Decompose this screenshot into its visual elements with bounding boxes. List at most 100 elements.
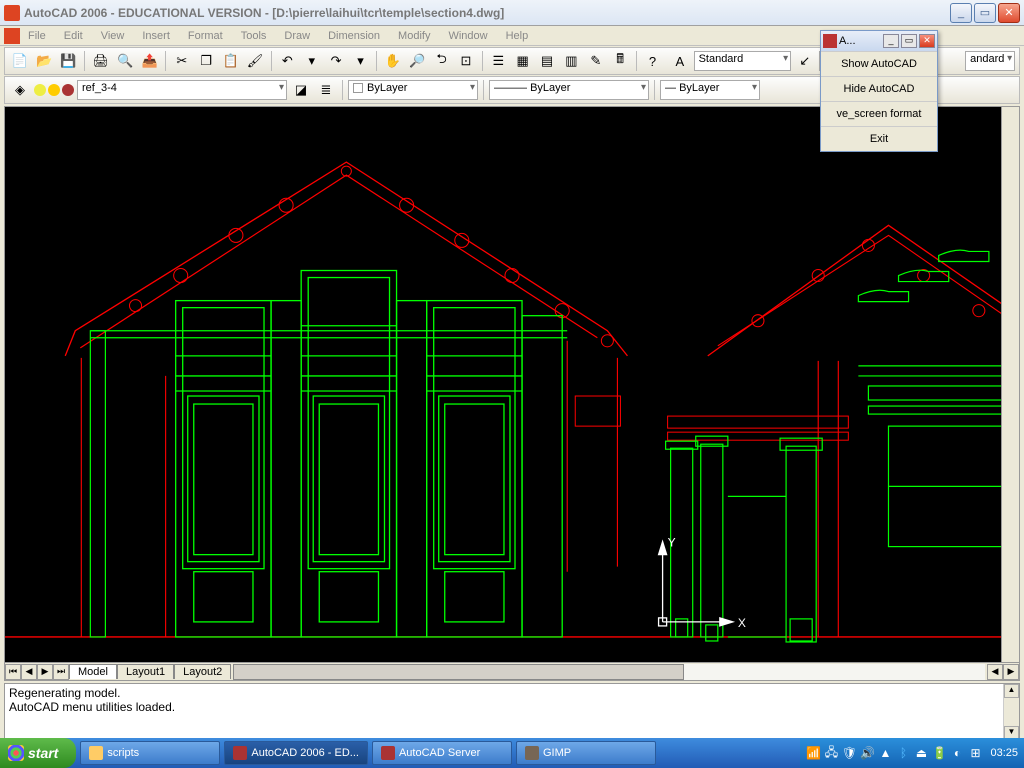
float-close-button[interactable]: ✕ (919, 34, 935, 48)
cut-icon[interactable]: ✂ (171, 50, 192, 72)
task-scripts[interactable]: scripts (80, 741, 220, 765)
tab-layout2[interactable]: Layout2 (174, 664, 231, 679)
menu-dimension[interactable]: Dimension (328, 30, 380, 42)
separator (84, 51, 85, 71)
layer-dropdown[interactable]: ref_3-4 (77, 80, 287, 100)
tray-ac-icon[interactable]: ▲ (878, 746, 892, 760)
task-gimp[interactable]: GIMP (516, 741, 656, 765)
redo-icon[interactable]: ↷ (325, 50, 346, 72)
menu-format[interactable]: Format (188, 30, 223, 42)
open-icon[interactable]: 📂 (33, 50, 54, 72)
menu-window[interactable]: Window (448, 30, 487, 42)
markup-icon[interactable]: ✎ (585, 50, 606, 72)
menu-insert[interactable]: Insert (142, 30, 170, 42)
close-button[interactable]: ✕ (998, 3, 1020, 23)
float-titlebar[interactable]: A... _ ▭ ✕ (821, 31, 937, 51)
props-icon[interactable]: ☰ (488, 50, 509, 72)
save-icon[interactable]: 💾 (58, 50, 79, 72)
tab-prev-icon[interactable]: ◀ (21, 664, 37, 680)
match-icon[interactable]: 🖌 (244, 50, 265, 72)
menu-modify[interactable]: Modify (398, 30, 430, 42)
toolpalette-icon[interactable]: ▤ (536, 50, 557, 72)
float-item-hide[interactable]: Hide AutoCAD (821, 76, 937, 101)
tab-first-icon[interactable]: ⏮ (5, 664, 21, 680)
undo-drop-icon[interactable]: ▾ (301, 50, 322, 72)
hscroll-track[interactable] (233, 664, 985, 680)
float-minimize-button[interactable]: _ (883, 34, 899, 48)
zoom-win-icon[interactable]: ⊡ (455, 50, 476, 72)
layer-states-icon[interactable]: ≣ (315, 79, 337, 101)
hscroll-thumb[interactable] (233, 664, 684, 680)
menu-file[interactable]: File (28, 30, 46, 42)
system-tray[interactable]: 📶 🖧 🛡 🔊 ▲ ᛒ ⏏ 🔋 ◐ ⊞ 03:25 (800, 738, 1024, 768)
float-item-exit[interactable]: Exit (821, 126, 937, 151)
scroll-up-icon[interactable]: ▲ (1004, 684, 1019, 698)
menu-view[interactable]: View (101, 30, 125, 42)
doc-icon (4, 28, 20, 44)
hscroll-left-icon[interactable]: ◀ (987, 664, 1003, 680)
gimp-icon (525, 746, 539, 760)
menu-draw[interactable]: Draw (284, 30, 310, 42)
layerprops-icon[interactable]: ◈ (9, 79, 31, 101)
lineweight-dropdown[interactable]: — ByLayer (660, 80, 760, 100)
menu-tools[interactable]: Tools (241, 30, 267, 42)
textstyle-icon[interactable]: A (669, 50, 690, 72)
tablestyle-dropdown[interactable]: andard (965, 51, 1015, 71)
color-dropdown[interactable]: ByLayer (348, 80, 478, 100)
float-item-show[interactable]: Show AutoCAD (821, 51, 937, 76)
tab-last-icon[interactable]: ⏭ (53, 664, 69, 680)
tray-misc2-icon[interactable]: ⊞ (968, 746, 982, 760)
help-icon[interactable]: ? (642, 50, 663, 72)
undo-icon[interactable]: ↶ (277, 50, 298, 72)
tray-shield-icon[interactable]: 🛡 (842, 746, 856, 760)
tab-next-icon[interactable]: ▶ (37, 664, 53, 680)
pan-icon[interactable]: ✋ (382, 50, 403, 72)
command-window[interactable]: Regenerating model. AutoCAD menu utiliti… (4, 683, 1020, 743)
textstyle-dropdown[interactable]: Standard (694, 51, 792, 71)
tab-layout1[interactable]: Layout1 (117, 664, 174, 679)
plot-icon[interactable]: 🖨 (90, 50, 111, 72)
minimize-button[interactable]: _ (950, 3, 972, 23)
tray-clock[interactable]: 03:25 (990, 747, 1018, 759)
tray-net-icon[interactable]: 🖧 (824, 746, 838, 760)
redo-drop-icon[interactable]: ▾ (350, 50, 371, 72)
separator (636, 51, 637, 71)
start-button[interactable]: start (0, 738, 76, 768)
tray-batt-icon[interactable]: 🔋 (932, 746, 946, 760)
linetype-dropdown[interactable]: ——— ByLayer (489, 80, 649, 100)
cad-drawing: Y X (5, 107, 1019, 680)
dimstyle-icon[interactable]: ↙ (794, 50, 815, 72)
tray-usb-icon[interactable]: ⏏ (914, 746, 928, 760)
preview-icon[interactable]: 🔍 (114, 50, 135, 72)
tray-wifi-icon[interactable]: 📶 (806, 746, 820, 760)
copy-icon[interactable]: ❐ (196, 50, 217, 72)
zoom-prev-icon[interactable]: ⮌ (431, 50, 452, 72)
command-scrollbar[interactable]: ▲ ▼ (1003, 684, 1019, 742)
layer-prev-icon[interactable]: ◪ (290, 79, 312, 101)
calc-icon[interactable]: 🖩 (609, 50, 630, 72)
float-maximize-button[interactable]: ▭ (901, 34, 917, 48)
tray-vol-icon[interactable]: 🔊 (860, 746, 874, 760)
menu-help[interactable]: Help (506, 30, 529, 42)
float-window[interactable]: A... _ ▭ ✕ Show AutoCAD Hide AutoCAD ve_… (820, 30, 938, 152)
publish-icon[interactable]: 📤 (139, 50, 160, 72)
hscroll-right-icon[interactable]: ▶ (1003, 664, 1019, 680)
drawing-canvas[interactable]: Y X ⏮ ◀ ▶ ⏭ Model Layout1 Layout2 ◀ ▶ (4, 106, 1020, 681)
separator (165, 51, 166, 71)
task-server[interactable]: AutoCAD Server (372, 741, 512, 765)
app-icon (4, 5, 20, 21)
tray-misc-icon[interactable]: ◐ (950, 746, 964, 760)
vertical-scrollbar[interactable] (1001, 107, 1019, 662)
sheetset-icon[interactable]: ▥ (561, 50, 582, 72)
task-autocad[interactable]: AutoCAD 2006 - ED... (224, 741, 368, 765)
menu-edit[interactable]: Edit (64, 30, 83, 42)
new-icon[interactable]: 📄 (9, 50, 30, 72)
tray-bt-icon[interactable]: ᛒ (896, 746, 910, 760)
window-title: AutoCAD 2006 - EDUCATIONAL VERSION - [D:… (24, 6, 948, 20)
float-item-screen[interactable]: ve_screen format (821, 101, 937, 126)
designcenter-icon[interactable]: ▦ (512, 50, 533, 72)
tab-model[interactable]: Model (69, 664, 117, 679)
paste-icon[interactable]: 📋 (220, 50, 241, 72)
maximize-button[interactable]: ▭ (974, 3, 996, 23)
zoom-rt-icon[interactable]: 🔎 (407, 50, 428, 72)
